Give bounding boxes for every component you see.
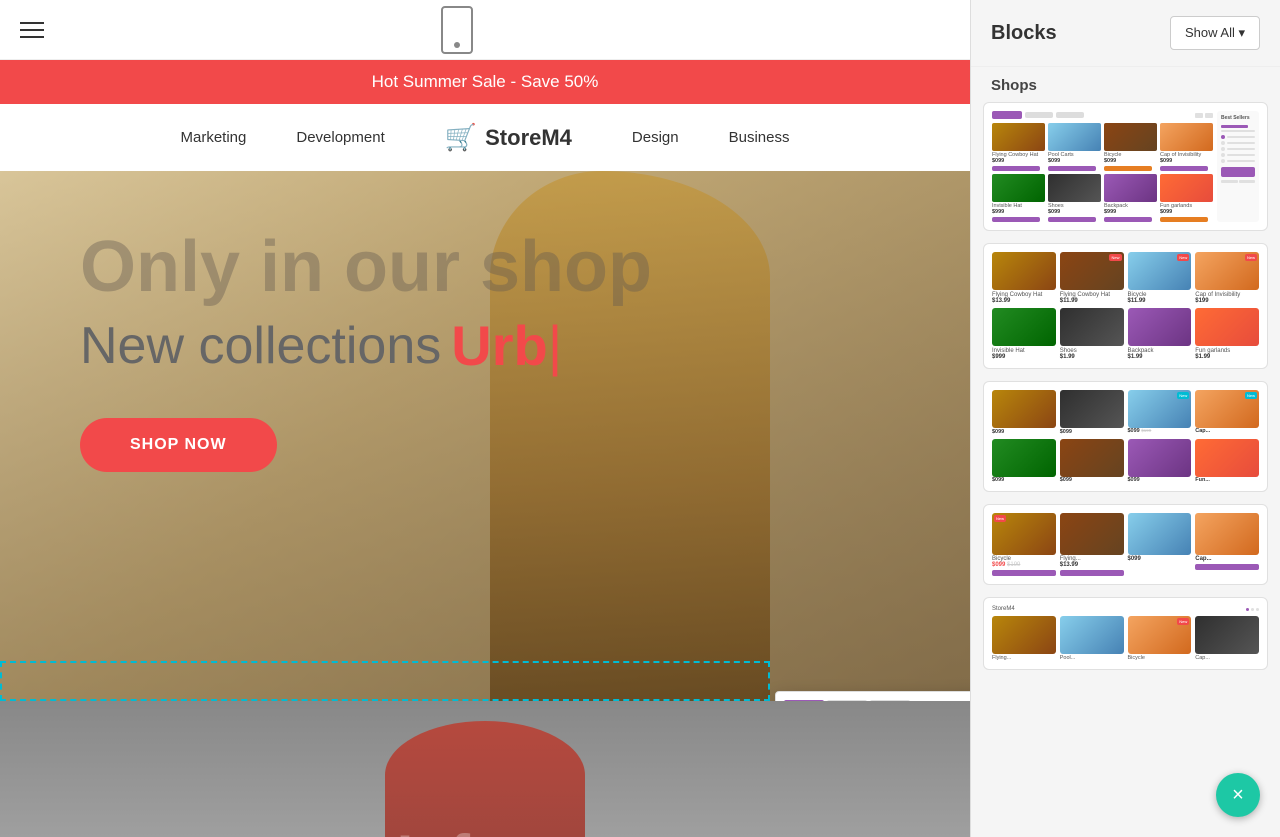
block4-products: New Bicycle $099 $199 Flying... $13.99 $… bbox=[992, 513, 1259, 576]
block1-main: Flying Cowboy Hat $099 Pool Carts $099 bbox=[992, 111, 1213, 222]
block3-products: $099 $099 New $099 $199 bbox=[992, 390, 1259, 483]
shop-block-2[interactable]: Flying Cowboy Hat $13.99 New Flying Cowb… bbox=[983, 243, 1268, 369]
infuse-text: Infuse bbox=[397, 822, 574, 837]
dashed-selection-bottom bbox=[0, 661, 770, 701]
close-button[interactable]: × bbox=[1216, 773, 1260, 817]
block1-products-row2: Invisible Hat $999 Shoes $099 Ba bbox=[992, 174, 1213, 222]
block2-product-4: New Cap of Invisibility $199 bbox=[1195, 252, 1259, 304]
block2-product-6: Shoes $1.99 bbox=[1060, 308, 1124, 360]
product-cap: Cap of Invisibility $099 bbox=[1160, 123, 1213, 171]
editor-area: Hot Summer Sale - Save 50% Marketing Dev… bbox=[0, 0, 970, 837]
block3-product-2: $099 bbox=[1060, 390, 1124, 435]
block5-product-3: New Bicycle bbox=[1128, 616, 1192, 661]
panel-header: Blocks Show All ▾ bbox=[971, 0, 1280, 67]
second-section: Infuse bbox=[0, 701, 970, 837]
nav-development[interactable]: Development bbox=[296, 129, 384, 146]
block2-product-8: Fun garlands $1.99 bbox=[1195, 308, 1259, 360]
block3-product-5: $099 bbox=[992, 439, 1056, 483]
nav-business[interactable]: Business bbox=[729, 129, 790, 146]
shop-block-4[interactable]: New Bicycle $099 $199 Flying... $13.99 $… bbox=[983, 504, 1268, 585]
block2-products: Flying Cowboy Hat $13.99 New Flying Cowb… bbox=[992, 252, 1259, 360]
menu-icon[interactable] bbox=[20, 22, 44, 38]
block2-product-1: Flying Cowboy Hat $13.99 bbox=[992, 252, 1056, 304]
block4-product-1: New Bicycle $099 $199 bbox=[992, 513, 1056, 576]
block3-product-7: $099 bbox=[1128, 439, 1192, 483]
block2-product-5: Invisible Hat $999 bbox=[992, 308, 1056, 360]
product-garlands: Fun garlands $099 bbox=[1160, 174, 1213, 222]
product-invisible-hat: Invisible Hat $999 bbox=[992, 174, 1045, 222]
block1-layout: Flying Cowboy Hat $099 Pool Carts $099 bbox=[992, 111, 1259, 222]
block2-product-2: New Flying Cowboy Hat $11.99 bbox=[1060, 252, 1124, 304]
product-bicycle: Bicycle $099 bbox=[1104, 123, 1157, 171]
block5-product-2: Pool... bbox=[1060, 616, 1124, 661]
logo-text: StoreM4 bbox=[485, 125, 572, 151]
block2-product-3: New Bicycle $11.99 bbox=[1128, 252, 1192, 304]
site-header: Marketing Development 🛒 StoreM4 Design B… bbox=[0, 104, 970, 171]
panel-scroll-area[interactable]: Flying Cowboy Hat $099 Pool Carts $099 bbox=[971, 102, 1280, 837]
block1-products-row1: Flying Cowboy Hat $099 Pool Carts $099 bbox=[992, 123, 1213, 171]
shop-block-3[interactable]: $099 $099 New $099 $199 bbox=[983, 381, 1268, 492]
shop-block-1[interactable]: Flying Cowboy Hat $099 Pool Carts $099 bbox=[983, 102, 1268, 231]
product-pool-carts: Pool Carts $099 bbox=[1048, 123, 1101, 171]
hero-content: Only in our shop New collections Urb| SH… bbox=[0, 171, 970, 532]
hero-subtitle-text: New collections bbox=[80, 316, 441, 376]
top-toolbar bbox=[0, 0, 970, 60]
shop-now-button[interactable]: SHOP NOW bbox=[80, 418, 277, 472]
block5-header: StoreM4 bbox=[992, 606, 1259, 612]
logo-cart-icon: 🛒 bbox=[445, 122, 477, 153]
nav-right: Design Business bbox=[632, 129, 790, 146]
shops-section-title: Shops bbox=[971, 67, 1280, 102]
product-shoes: Shoes $099 bbox=[1048, 174, 1101, 222]
hero-title: Only in our shop bbox=[80, 231, 890, 303]
block5-product-4: Cap... bbox=[1195, 616, 1259, 661]
show-all-button[interactable]: Show All ▾ bbox=[1170, 16, 1260, 50]
block4-product-2: Flying... $13.99 bbox=[1060, 513, 1124, 576]
second-person bbox=[385, 721, 585, 837]
mini-preview-header bbox=[784, 700, 970, 701]
block1-sidebar: Best Sellers bbox=[1217, 111, 1259, 222]
blocks-panel: Blocks Show All ▾ Shops bbox=[970, 0, 1280, 837]
announcement-bar: Hot Summer Sale - Save 50% bbox=[0, 60, 970, 104]
nav-design[interactable]: Design bbox=[632, 129, 679, 146]
panel-title: Blocks bbox=[991, 22, 1057, 45]
mobile-device-icon[interactable] bbox=[441, 6, 473, 54]
block5-products: Flying... Pool... New Bicycle Cap... bbox=[992, 616, 1259, 661]
hero-section: Only in our shop New collections Urb| SH… bbox=[0, 171, 970, 701]
hero-subtitle-highlight: Urb| bbox=[451, 313, 562, 378]
shop-block-5[interactable]: StoreM4 Flying... Pool... bbox=[983, 597, 1268, 670]
block3-product-6: $099 bbox=[1060, 439, 1124, 483]
hero-subtitle: New collections Urb| bbox=[80, 313, 890, 378]
block2-product-7: Backpack $1.99 bbox=[1128, 308, 1192, 360]
block3-product-1: $099 bbox=[992, 390, 1056, 435]
product-backpack: Backpack $999 bbox=[1104, 174, 1157, 222]
mini-preview-popup[interactable] bbox=[775, 691, 970, 701]
block1-header bbox=[992, 111, 1213, 119]
website-content: Hot Summer Sale - Save 50% Marketing Dev… bbox=[0, 60, 970, 837]
block3-product-8: Fun... bbox=[1195, 439, 1259, 483]
block3-product-4: New Cap... bbox=[1195, 390, 1259, 435]
panel-body: Shops bbox=[971, 67, 1280, 102]
nav-marketing[interactable]: Marketing bbox=[181, 129, 247, 146]
block4-product-4: Cap... bbox=[1195, 513, 1259, 576]
block4-product-3: $099 bbox=[1128, 513, 1192, 576]
announcement-text: Hot Summer Sale - Save 50% bbox=[372, 72, 599, 91]
site-logo: 🛒 StoreM4 bbox=[445, 122, 572, 153]
product-flying-cowboy: Flying Cowboy Hat $099 bbox=[992, 123, 1045, 171]
block5-product-1: Flying... bbox=[992, 616, 1056, 661]
block3-product-3: New $099 $199 bbox=[1128, 390, 1192, 435]
nav-left: Marketing Development bbox=[181, 129, 385, 146]
urb-text: Urb bbox=[451, 314, 547, 377]
